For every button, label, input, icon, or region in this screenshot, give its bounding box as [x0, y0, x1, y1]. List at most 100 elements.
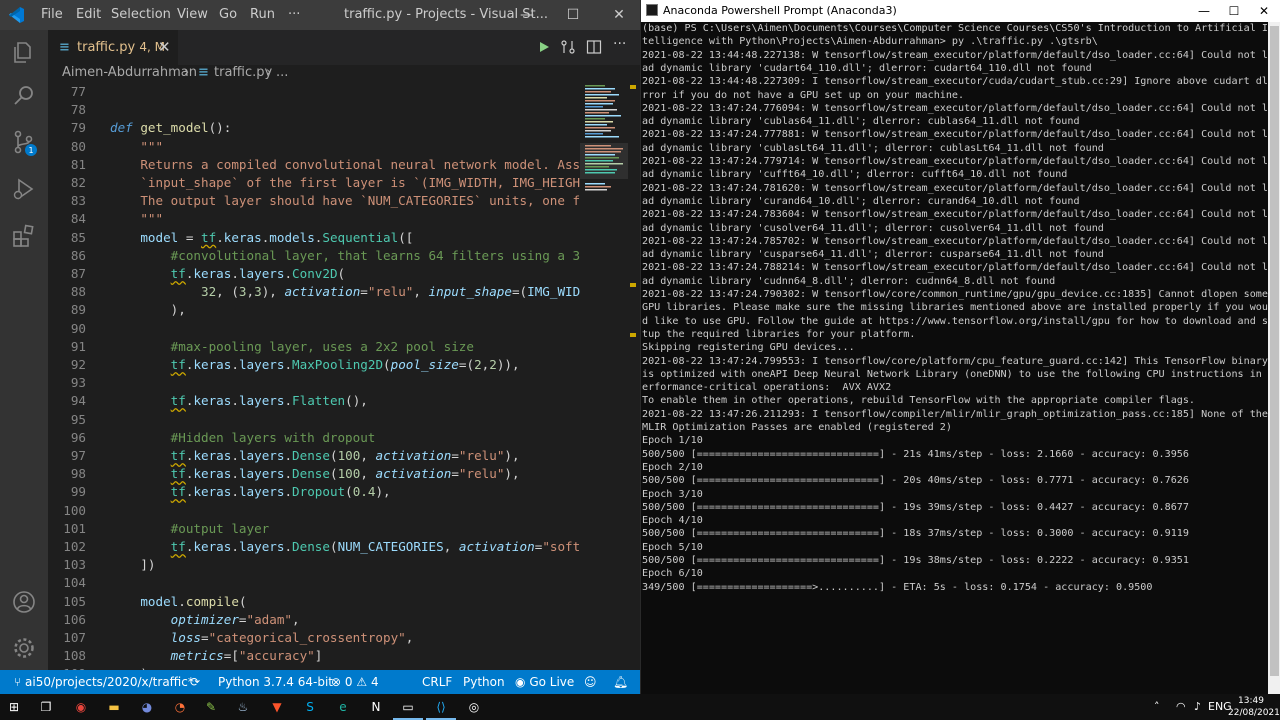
steam-icon[interactable]: ♨ — [233, 697, 253, 717]
explorer-icon[interactable] — [10, 38, 38, 66]
extensions-icon[interactable] — [10, 222, 38, 250]
task-view-icon[interactable]: ❐ — [36, 697, 56, 717]
code-editor[interactable]: 77 78 79 def get_model(): 80 """ 81 Returns a… — [48, 83, 580, 670]
windows-start-icon[interactable]: ⊞ — [4, 697, 24, 717]
discord-icon[interactable]: ◕ — [137, 697, 157, 717]
code-line[interactable]: 104 — [48, 574, 580, 592]
code-line[interactable]: 84 """ — [48, 210, 580, 228]
problems-status[interactable]: ⊗ 0 ⚠ 4 — [331, 675, 379, 689]
firefox-icon[interactable]: ◔ — [170, 697, 190, 717]
terminal-scroll-thumb[interactable] — [1270, 26, 1279, 676]
warning-marker — [630, 85, 636, 89]
brave-icon[interactable]: ▼ — [267, 697, 287, 717]
code-line[interactable]: 105 model.compile( — [48, 593, 580, 611]
code-line[interactable]: 101 #output layer — [48, 520, 580, 538]
code-line[interactable]: 80 """ — [48, 138, 580, 156]
wifi-icon[interactable]: ◠ — [1176, 700, 1186, 713]
code-line[interactable]: 103 ]) — [48, 556, 580, 574]
code-line[interactable]: 95 — [48, 411, 580, 429]
file-explorer-icon[interactable]: ▬ — [104, 697, 124, 717]
terminal-output[interactable]: (base) PS C:\Users\Aimen\Documents\Cours… — [642, 22, 1268, 694]
minimize-button[interactable]: — — [504, 0, 550, 30]
code-line[interactable]: 102 tf.keras.layers.Dense(NUM_CATEGORIES… — [48, 538, 580, 556]
code-line[interactable]: 88 32, (3,3), activation="relu", input_s… — [48, 283, 580, 301]
sync-icon[interactable]: ⟳ — [190, 675, 200, 689]
menu-view[interactable]: View — [177, 7, 208, 22]
code-line[interactable]: 94 tf.keras.layers.Flatten(), — [48, 392, 580, 410]
menu-more[interactable]: ··· — [288, 7, 300, 22]
code-line[interactable]: 83 The output layer should have `NUM_CAT… — [48, 192, 580, 210]
code-line[interactable]: 79 def get_model(): — [48, 119, 580, 137]
editor-scrollbar[interactable] — [628, 83, 640, 670]
maximize-button[interactable]: ☐ — [550, 0, 596, 30]
code-line[interactable]: 96 #Hidden layers with dropout — [48, 429, 580, 447]
terminal-line: 500/500 [==============================]… — [642, 501, 1189, 513]
close-tab-icon[interactable]: ✕ — [158, 38, 171, 56]
code-line[interactable]: 99 tf.keras.layers.Dropout(0.4), — [48, 483, 580, 501]
code-line[interactable]: 90 — [48, 320, 580, 338]
code-line[interactable]: 106 optimizer="adam", — [48, 611, 580, 629]
code-line[interactable]: 98 tf.keras.layers.Dense(100, activation… — [48, 465, 580, 483]
volume-icon[interactable]: ♪ — [1194, 700, 1201, 713]
code-line[interactable]: 107 loss="categorical_crossentropy", — [48, 629, 580, 647]
code-line[interactable]: 92 tf.keras.layers.MaxPooling2D(pool_siz… — [48, 356, 580, 374]
obs-icon[interactable]: ◎ — [464, 697, 484, 717]
compare-changes-icon[interactable] — [560, 39, 576, 55]
terminal-scrollbar[interactable] — [1268, 22, 1280, 694]
golive-button[interactable]: ◉ Go Live — [515, 675, 574, 689]
notepadpp-icon[interactable]: ✎ — [201, 697, 221, 717]
notion-icon[interactable]: N — [366, 697, 386, 717]
source-control-icon[interactable]: 1 — [10, 128, 38, 156]
code-line[interactable]: 81 Returns a compiled convolutional neur… — [48, 156, 580, 174]
code-line[interactable]: 77 — [48, 83, 580, 101]
code-line[interactable]: 108 metrics=["accuracy"] — [48, 647, 580, 665]
feedback-icon[interactable]: ☺ — [584, 675, 597, 689]
breadcrumb-file[interactable]: traffic.py — [214, 65, 272, 80]
code-line[interactable]: 100 — [48, 502, 580, 520]
code-line[interactable]: 78 — [48, 101, 580, 119]
code-token: layers — [238, 539, 285, 554]
tray-chevron-icon[interactable]: ˄ — [1154, 700, 1160, 713]
ps-close-button[interactable]: ✕ — [1249, 0, 1279, 22]
search-icon[interactable] — [10, 82, 38, 110]
branch-status[interactable]: ⑂ ai50/projects/2020/x/traffic* — [14, 675, 194, 689]
ps-minimize-button[interactable]: — — [1189, 0, 1219, 22]
ps-maximize-button[interactable]: ☐ — [1219, 0, 1249, 22]
split-editor-icon[interactable] — [586, 39, 602, 55]
edge-icon[interactable]: e — [333, 697, 353, 717]
account-icon[interactable] — [10, 588, 38, 616]
code-line[interactable]: 86 #convolutional layer, that learns 64 … — [48, 247, 580, 265]
terminal-icon[interactable]: ▭ — [398, 697, 418, 717]
menu-selection[interactable]: Selection — [111, 7, 171, 22]
code-line[interactable]: 91 #max-pooling layer, uses a 2x2 pool s… — [48, 338, 580, 356]
run-file-icon[interactable] — [537, 40, 551, 54]
minimap[interactable] — [580, 83, 628, 243]
skype-icon[interactable]: S — [300, 697, 320, 717]
notifications-bell-icon[interactable]: 🔔︎ — [613, 675, 628, 689]
code-line[interactable]: 89 ), — [48, 301, 580, 319]
eol-status[interactable]: CRLF — [422, 675, 452, 689]
run-debug-icon[interactable] — [10, 175, 38, 203]
close-button[interactable]: ✕ — [596, 0, 640, 30]
chrome-icon[interactable]: ◉ — [71, 697, 91, 717]
code-line[interactable]: 82 `input_shape` of the first layer is `… — [48, 174, 580, 192]
tab-traffic-py[interactable]: ≡ traffic.py 4, M ✕ — [48, 30, 178, 65]
code-line[interactable]: 87 tf.keras.layers.Conv2D( — [48, 265, 580, 283]
clock[interactable]: 13:49 22/08/2021 — [1228, 695, 1280, 719]
language-status[interactable]: Python — [463, 675, 505, 689]
interpreter-status[interactable]: Python 3.7.4 64-bit — [218, 675, 333, 689]
breadcrumb-folder[interactable]: Aimen-Abdurrahman — [62, 65, 197, 80]
menu-go[interactable]: Go — [219, 7, 237, 22]
code-line[interactable]: 97 tf.keras.layers.Dense(100, activation… — [48, 447, 580, 465]
vscode-icon[interactable]: ⟨⟩ — [431, 697, 451, 717]
menu-edit[interactable]: Edit — [76, 7, 101, 22]
menu-file[interactable]: File — [41, 7, 63, 22]
menu-run[interactable]: Run — [250, 7, 275, 22]
code-line[interactable]: 85 model = tf.keras.models.Sequential([ — [48, 229, 580, 247]
more-actions-icon[interactable]: ··· — [613, 36, 626, 52]
breadcrumb-symbol[interactable]: ... — [276, 65, 288, 80]
settings-gear-icon[interactable] — [10, 634, 38, 662]
code-line[interactable]: 93 — [48, 374, 580, 392]
line-number: 84 — [70, 211, 86, 227]
